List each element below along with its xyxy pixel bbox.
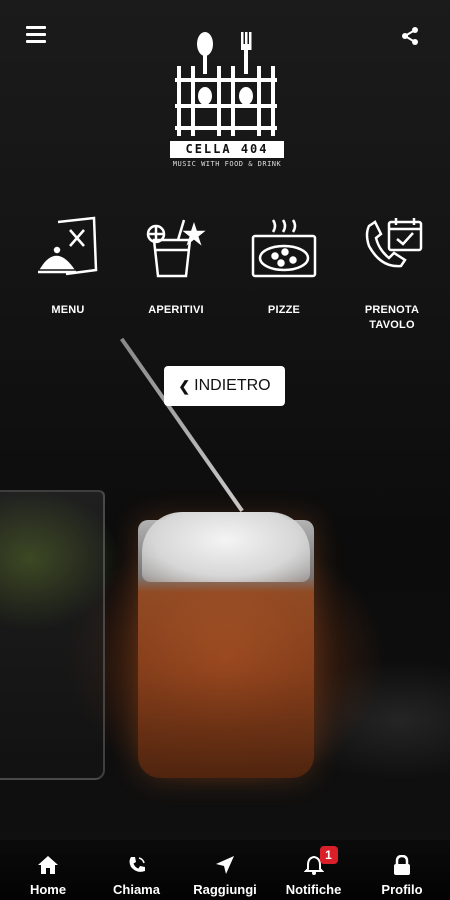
pizza-box-icon [251,215,317,281]
nav-raggiungi[interactable]: Raggiungi [189,840,261,900]
tile-pizze[interactable]: PIZZE [244,215,324,345]
nav-profilo-label: Profilo [381,882,423,897]
nav-notifiche[interactable]: 1 Notifiche [278,840,350,900]
brand-name: CELLA 404 [170,141,284,158]
tile-prenota-tavolo-label: PRENOTA TAVOLO [364,304,420,331]
share-icon[interactable] [400,26,420,46]
notification-badge: 1 [319,846,338,864]
tile-prenota-tavolo[interactable]: PRENOTA TAVOLO [352,215,432,345]
back-button[interactable]: ❮ INDIETRO [164,366,285,406]
phone-calendar-icon [359,215,425,281]
nav-notifiche-label: Notifiche [285,882,342,897]
tile-aperitivi[interactable]: APERITIVI [136,215,216,345]
location-arrow-icon [214,854,236,876]
nav-chiama-label: Chiama [113,882,160,897]
tile-menu-label: MENU [51,304,85,316]
back-button-label: INDIETRO [194,377,271,394]
cocktail-icon [143,215,209,281]
nav-home[interactable]: Home [12,840,84,900]
menu-book-icon [35,215,101,281]
bottom-nav: Home Chiama Raggiungi 1 Notifiche Profil… [0,840,450,900]
nav-raggiungi-label: Raggiungi [193,882,257,897]
cocktail-ice [142,512,310,582]
tile-pizze-label: PIZZE [267,304,301,316]
category-tiles: MENU APERITIVI PIZZE PRENOTA TAVOLO [0,215,450,345]
nav-home-label: Home [29,882,67,897]
brand-tagline: MUSIC WITH FOOD & DRINK [172,160,282,168]
lock-icon [391,854,413,876]
phone-icon [126,854,148,876]
header: CELLA 404 MUSIC WITH FOOD & DRINK [0,0,450,200]
tile-aperitivi-label: APERITIVI [148,304,204,316]
nav-chiama[interactable]: Chiama [101,840,173,900]
nav-profilo[interactable]: Profilo [366,840,438,900]
chevron-left-icon: ❮ [178,377,191,394]
background-glass-left [0,490,105,780]
tile-menu[interactable]: MENU [28,215,108,345]
home-icon [37,854,59,876]
hamburger-icon[interactable] [26,26,46,44]
